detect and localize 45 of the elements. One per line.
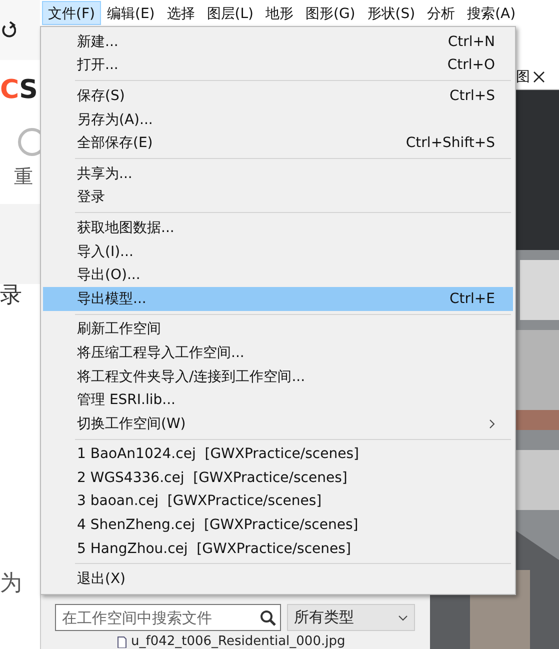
menu-item[interactable]: 3 baoan.cej [GWXPractice/scenes] (43, 490, 513, 514)
menu-item[interactable]: 登录 (43, 186, 513, 210)
button-label[interactable]: 重 (14, 164, 33, 190)
file-name[interactable]: u_f042_t006_Residential_000.jpg (131, 634, 346, 649)
menu-item[interactable]: 导入(I)... (43, 240, 513, 264)
heading: 录 (0, 282, 22, 310)
menu-item[interactable]: 1 BaoAn1024.cej [GWXPractice/scenes] (43, 442, 513, 466)
menu-bar-item[interactable]: 形状(S) (361, 1, 422, 25)
refresh-icon[interactable] (2, 21, 16, 39)
menu-item[interactable]: 共享为... (43, 162, 513, 186)
tab-label[interactable]: 图 (516, 68, 530, 86)
menu-bar-item[interactable]: 图层(L) (200, 1, 260, 25)
menu-bar-item[interactable]: 文件(F) (42, 1, 101, 25)
menu-item[interactable]: 保存(S) Ctrl+S (43, 84, 513, 108)
type-dropdown[interactable]: 所有类型 (287, 604, 415, 631)
body-text: 为 (0, 570, 22, 598)
menu-bar-item[interactable]: 选择 (160, 1, 201, 25)
menu-item[interactable]: 全部保存(E) Ctrl+Shift+S (43, 131, 513, 155)
menu-item[interactable]: 2 WGS4336.cej [GWXPractice/scenes] (43, 466, 513, 490)
file-icon (117, 636, 127, 648)
logo[interactable]: CS (0, 70, 40, 110)
menu-item[interactable]: 4 ShenZheng.cej [GWXPractice/scenes] (43, 513, 513, 537)
menu-bar-item[interactable]: 分析 (421, 1, 462, 25)
menu-item[interactable]: 5 HangZhou.cej [GWXPractice/scenes] (43, 536, 513, 560)
menu-bar-item[interactable]: 图形(G) (300, 1, 362, 25)
search-icon (260, 610, 276, 626)
menu-item[interactable]: 刷新工作空间 (43, 318, 513, 342)
menu-bar-item[interactable]: 地形 (260, 1, 300, 25)
menu-item[interactable]: 获取地图数据... (43, 216, 513, 240)
menu-item[interactable]: 导出模型... Ctrl+E (43, 286, 513, 311)
chevron-down-icon (398, 614, 408, 620)
menu-item[interactable]: 切换工作空间(W) (43, 412, 513, 436)
menu-bar-item[interactable]: 编辑(E) (100, 1, 161, 25)
chevron-right-icon (489, 418, 495, 429)
menu-item[interactable]: 新建... Ctrl+N (43, 30, 513, 54)
menu-item[interactable]: 另存为(A)... (43, 108, 513, 132)
menu-bar-item[interactable]: 搜索(A) (461, 1, 522, 25)
menu-item[interactable]: 打开... Ctrl+O (43, 54, 513, 78)
menu-item[interactable]: 管理 ESRI.lib... (43, 388, 513, 412)
close-icon[interactable] (533, 70, 545, 82)
menu-item[interactable]: 导出(O)... (43, 263, 513, 287)
menu-item[interactable]: 将工程文件夹导入/连接到工作空间... (43, 364, 513, 388)
menu-item[interactable]: 退出(X) (43, 567, 513, 592)
search-field[interactable]: 在工作空间中搜索文件 (55, 604, 281, 631)
menu-item[interactable]: 将压缩工程导入工作空间... (43, 341, 513, 365)
